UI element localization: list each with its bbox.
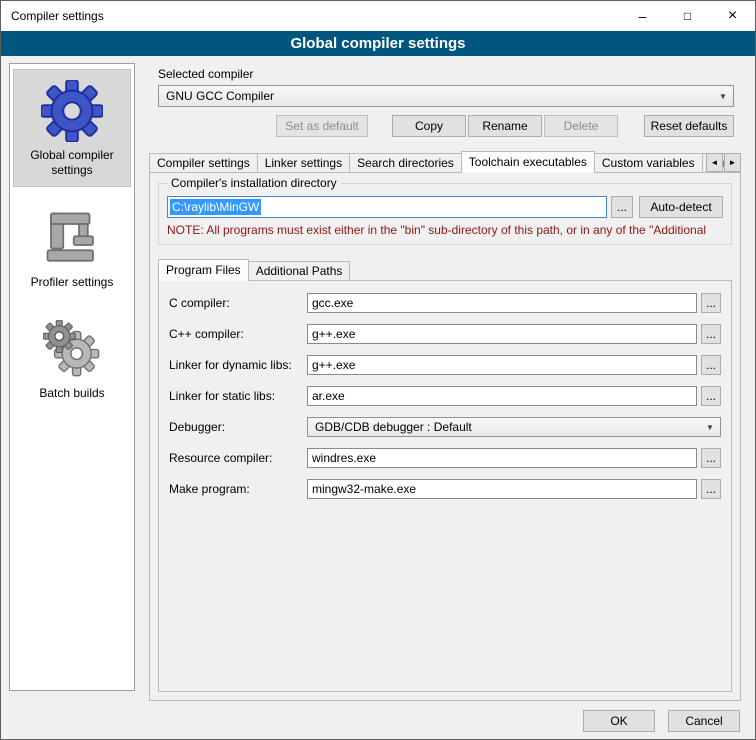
debugger-select[interactable]: GDB/CDB debugger : Default ▼ — [307, 417, 721, 437]
resource-compiler-row: Resource compiler: ... — [169, 448, 721, 468]
resource-compiler-input[interactable] — [307, 448, 697, 468]
installation-directory-row: C:\raylib\MinGW ... Auto-detect — [167, 196, 723, 218]
installation-directory-title: Compiler's installation directory — [167, 176, 341, 190]
batch-builds-icon — [15, 312, 129, 386]
toolchain-executables-panel: Compiler's installation directory C:\ray… — [149, 172, 741, 701]
tab-compiler-settings[interactable]: Compiler settings — [149, 153, 258, 173]
cpp-compiler-input[interactable] — [307, 324, 697, 344]
rename-button[interactable]: Rename — [468, 115, 542, 137]
resource-compiler-browse-button[interactable]: ... — [701, 448, 721, 468]
selected-compiler-value: GNU GCC Compiler — [166, 89, 274, 103]
selected-compiler-label: Selected compiler — [158, 67, 253, 81]
compiler-action-buttons: Set as default Copy Rename Delete Reset … — [276, 115, 734, 137]
program-tabs: Program Files Additional Paths — [158, 259, 349, 281]
copy-button[interactable]: Copy — [392, 115, 466, 137]
installation-directory-input[interactable]: C:\raylib\MinGW — [167, 196, 607, 218]
sidebar-item-global-compiler-settings[interactable]: Global compiler settings — [13, 69, 131, 187]
window-title: Compiler settings — [1, 9, 104, 23]
sidebar-item-batch-builds[interactable]: Batch builds — [13, 308, 131, 409]
chevron-down-icon: ▼ — [713, 92, 733, 101]
titlebar[interactable]: Compiler settings – □ × — [1, 1, 755, 31]
installation-directory-value: C:\raylib\MinGW — [170, 199, 261, 215]
main-content: Selected compiler GNU GCC Compiler ▼ Set… — [149, 63, 741, 701]
delete-button[interactable]: Delete — [544, 115, 618, 137]
installation-directory-browse-button[interactable]: ... — [611, 196, 633, 218]
sidebar-item-label: Profiler settings — [15, 275, 129, 290]
page-title: Global compiler settings — [1, 31, 755, 56]
auto-detect-button[interactable]: Auto-detect — [639, 196, 723, 218]
static-linker-input[interactable] — [307, 386, 697, 406]
profiler-icon — [15, 201, 129, 275]
chevron-down-icon: ▼ — [700, 423, 720, 432]
maximize-icon[interactable]: □ — [665, 1, 710, 31]
static-linker-browse-button[interactable]: ... — [701, 386, 721, 406]
installation-directory-group: Compiler's installation directory C:\ray… — [158, 176, 732, 245]
bin-subdirectory-note: NOTE: All programs must exist either in … — [167, 223, 723, 237]
compiler-settings-window: Compiler settings – □ × Global compiler … — [0, 0, 756, 740]
settings-category-sidebar: Global compiler settings Profiler settin… — [9, 63, 135, 691]
cpp-compiler-row: C++ compiler: ... — [169, 324, 721, 344]
sidebar-item-label: Batch builds — [15, 386, 129, 401]
tab-scroll-left-icon[interactable]: ◄ — [706, 153, 723, 172]
cpp-compiler-label: C++ compiler: — [169, 327, 307, 341]
c-compiler-row: C compiler: ... — [169, 293, 721, 313]
make-program-row: Make program: ... — [169, 479, 721, 499]
dynamic-linker-row: Linker for dynamic libs: ... — [169, 355, 721, 375]
sidebar-item-label: Global compiler settings — [16, 148, 128, 178]
c-compiler-browse-button[interactable]: ... — [701, 293, 721, 313]
ok-button[interactable]: OK — [583, 710, 655, 732]
minimize-icon[interactable]: – — [620, 1, 665, 31]
set-as-default-button[interactable]: Set as default — [276, 115, 368, 137]
blue-gear-icon — [16, 74, 128, 148]
dynamic-linker-browse-button[interactable]: ... — [701, 355, 721, 375]
cpp-compiler-browse-button[interactable]: ... — [701, 324, 721, 344]
tab-custom-variables[interactable]: Custom variables — [594, 153, 703, 173]
tab-scroll-right-icon[interactable]: ► — [724, 153, 741, 172]
window-controls: – □ × — [620, 1, 755, 31]
tab-program-files[interactable]: Program Files — [158, 259, 249, 281]
close-icon[interactable]: × — [710, 1, 755, 31]
tab-search-directories[interactable]: Search directories — [349, 153, 462, 173]
program-files-panel: C compiler: ... C++ compiler: ... Linker… — [158, 280, 732, 692]
settings-tabstrip: Compiler settings Linker settings Search… — [149, 151, 741, 173]
dynamic-linker-label: Linker for dynamic libs: — [169, 358, 307, 372]
make-program-input[interactable] — [307, 479, 697, 499]
tab-toolchain-executables[interactable]: Toolchain executables — [461, 151, 595, 173]
sidebar-item-profiler-settings[interactable]: Profiler settings — [13, 197, 131, 298]
static-linker-label: Linker for static libs: — [169, 389, 307, 403]
static-linker-row: Linker for static libs: ... — [169, 386, 721, 406]
resource-compiler-label: Resource compiler: — [169, 451, 307, 465]
cancel-button[interactable]: Cancel — [668, 710, 740, 732]
tab-additional-paths[interactable]: Additional Paths — [248, 261, 351, 281]
tab-linker-settings[interactable]: Linker settings — [257, 153, 350, 173]
c-compiler-input[interactable] — [307, 293, 697, 313]
dynamic-linker-input[interactable] — [307, 355, 697, 375]
make-program-browse-button[interactable]: ... — [701, 479, 721, 499]
make-program-label: Make program: — [169, 482, 307, 496]
c-compiler-label: C compiler: — [169, 296, 307, 310]
debugger-value: GDB/CDB debugger : Default — [315, 420, 472, 434]
debugger-row: Debugger: GDB/CDB debugger : Default ▼ — [169, 417, 721, 437]
tab-scroll-controls: ◄ ► — [705, 153, 741, 172]
selected-compiler-select[interactable]: GNU GCC Compiler ▼ — [158, 85, 734, 107]
debugger-label: Debugger: — [169, 420, 307, 434]
reset-defaults-button[interactable]: Reset defaults — [644, 115, 734, 137]
